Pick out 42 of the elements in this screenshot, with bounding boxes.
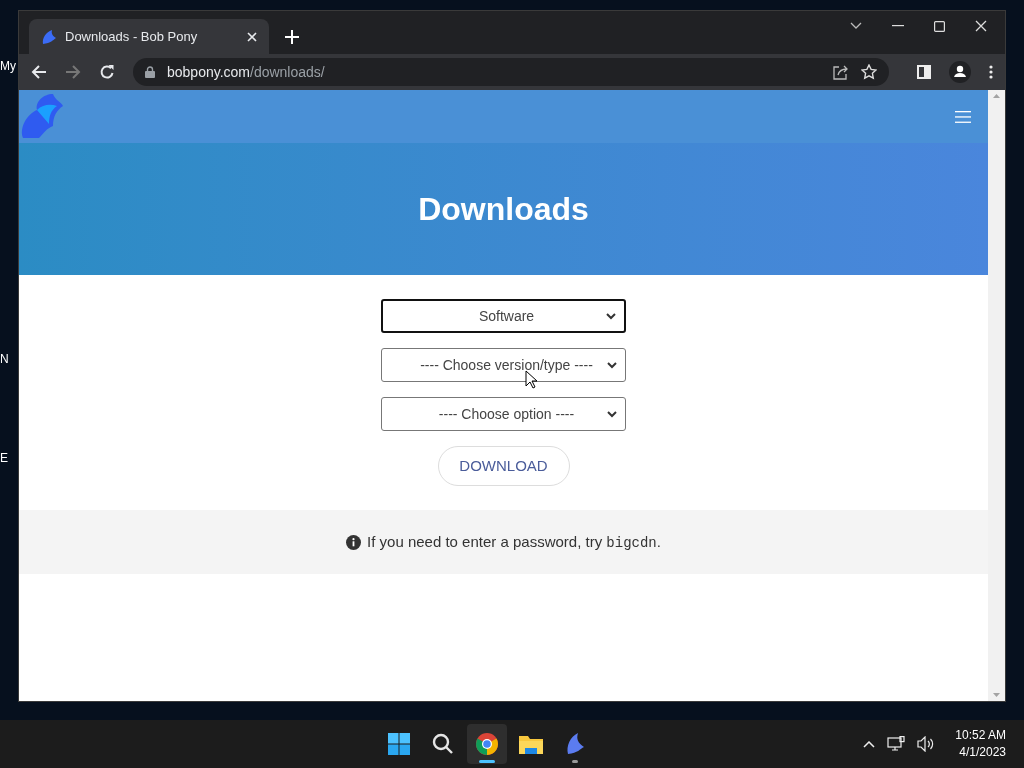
lock-icon xyxy=(145,66,155,78)
browser-icon xyxy=(474,732,499,756)
profile-icon[interactable] xyxy=(949,61,971,83)
search-icon xyxy=(430,732,455,756)
notice-text: If you need to enter a password, try bigcdn. xyxy=(367,531,661,553)
taskbar-button[interactable] xyxy=(466,724,507,764)
url-text: bobpony.com/downloads/ xyxy=(167,62,326,82)
desktop-icon-label[interactable]: My xyxy=(0,60,16,72)
new-tab-icon[interactable] xyxy=(285,30,299,44)
chevron-up-icon[interactable] xyxy=(863,740,876,748)
side-panel-icon[interactable] xyxy=(917,65,931,79)
network-icon[interactable] xyxy=(887,736,906,752)
volume-icon[interactable] xyxy=(917,736,936,752)
clock-time[interactable]: 10:52 AM xyxy=(955,727,1006,744)
chevron-down-icon xyxy=(607,361,617,369)
dropdown-select[interactable]: ---- Choose option ---- xyxy=(381,397,626,431)
menu-icon[interactable] xyxy=(989,65,993,79)
chevron-down-icon[interactable] xyxy=(850,22,862,30)
back-icon[interactable] xyxy=(31,64,47,80)
start-icon xyxy=(386,732,411,756)
desktop-icon-label[interactable]: E xyxy=(0,452,8,464)
chevron-down-icon xyxy=(607,410,617,418)
tab-title: Downloads - Bob Pony xyxy=(65,27,199,46)
star-icon[interactable] xyxy=(861,64,877,80)
forward-icon[interactable] xyxy=(65,64,81,80)
close-icon[interactable] xyxy=(975,20,987,32)
desktop-icon-label[interactable]: N xyxy=(0,353,9,365)
minimize-icon[interactable] xyxy=(892,25,904,27)
address-bar[interactable]: bobpony.com/downloads/ xyxy=(133,58,889,86)
browser-tab[interactable]: Downloads - Bob Pony xyxy=(29,19,269,54)
reload-icon[interactable] xyxy=(99,64,115,80)
info-icon xyxy=(346,534,362,550)
close-icon[interactable] xyxy=(247,31,257,42)
dropdown-select[interactable]: ---- Choose version/type ---- xyxy=(381,348,626,382)
share-icon[interactable] xyxy=(833,64,849,80)
dropdown-select[interactable]: Software xyxy=(381,299,626,333)
chevron-down-icon xyxy=(606,312,616,320)
clock-date[interactable]: 4/1/2023 xyxy=(959,744,1006,761)
maximize-icon[interactable] xyxy=(934,20,945,32)
folder-icon xyxy=(517,733,544,755)
page-title: Downloads xyxy=(418,190,589,229)
hamburger-menu-icon[interactable] xyxy=(955,110,971,123)
